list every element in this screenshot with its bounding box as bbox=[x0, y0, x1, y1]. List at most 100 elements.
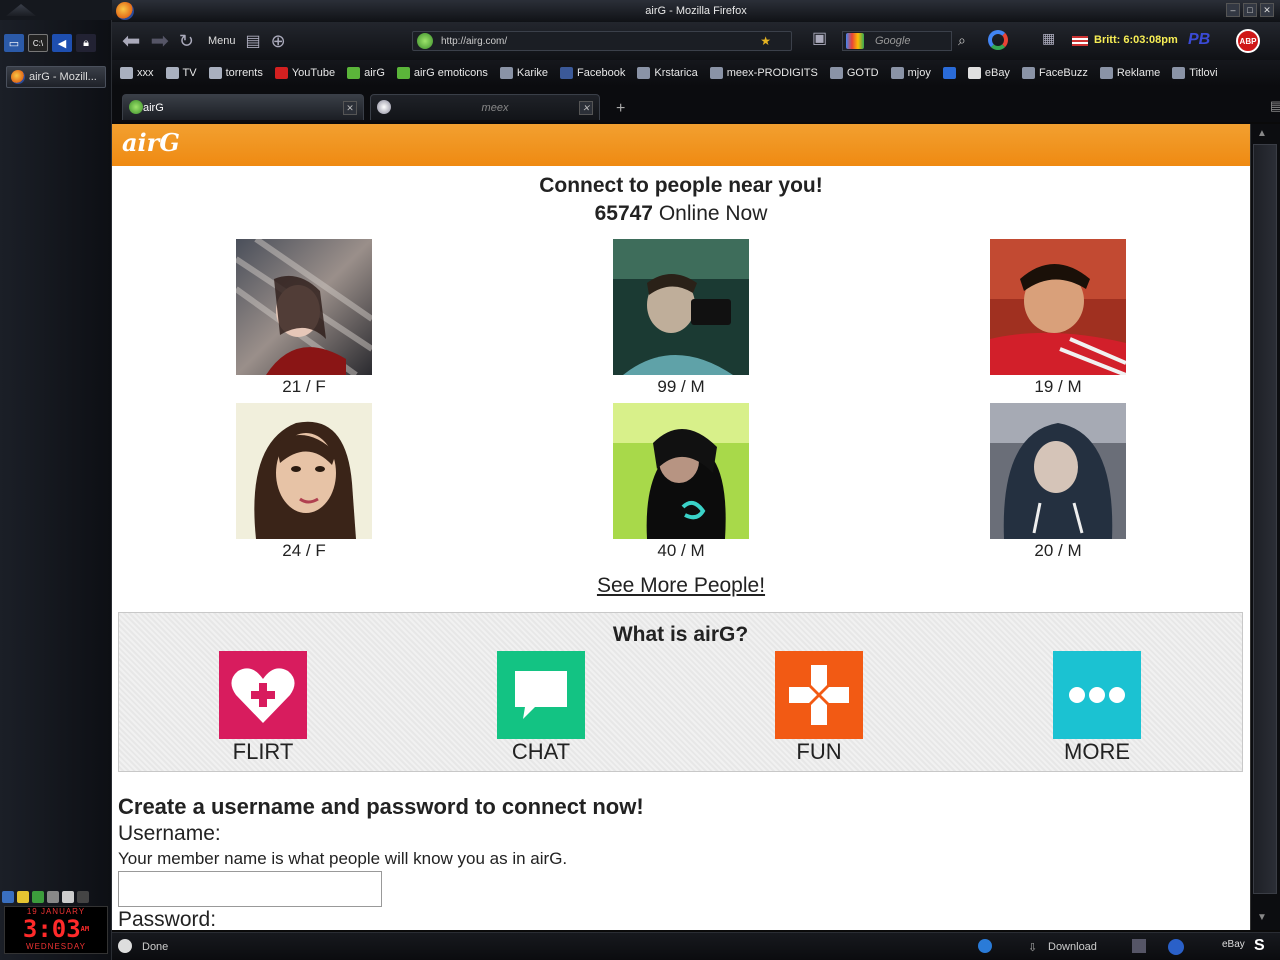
addon-icon[interactable] bbox=[1168, 939, 1184, 955]
tray-icon[interactable] bbox=[2, 891, 14, 903]
page-scrollbar[interactable]: ▲ ▼ bbox=[1250, 124, 1280, 930]
see-more-people-link[interactable]: See More People! bbox=[112, 574, 1250, 598]
page-icon bbox=[637, 67, 651, 79]
new-tab-icon[interactable]: + bbox=[616, 100, 625, 118]
tray-icon[interactable] bbox=[77, 891, 89, 903]
more-dots-icon[interactable] bbox=[1053, 651, 1141, 739]
back-icon[interactable]: ⬅ bbox=[122, 28, 140, 54]
desktop-icon[interactable]: ▭ bbox=[4, 34, 24, 52]
bookmark-item[interactable]: YouTube bbox=[274, 67, 335, 79]
bookmark-item[interactable]: eBay bbox=[967, 67, 1010, 79]
page-icon[interactable]: ▤ bbox=[246, 31, 261, 51]
grid-icon[interactable]: ▦ bbox=[1042, 30, 1055, 47]
menu-button[interactable]: Menu bbox=[208, 35, 236, 47]
firefox-icon[interactable] bbox=[116, 2, 134, 20]
person-age-gender: 24 / F bbox=[282, 541, 326, 560]
feature-more[interactable]: MORE bbox=[1037, 651, 1157, 765]
bookmark-star-icon[interactable]: ★ bbox=[760, 34, 771, 48]
google-icon[interactable] bbox=[988, 30, 1008, 50]
bookmark-item[interactable]: Krstarica bbox=[637, 67, 698, 79]
download-icon[interactable]: ⊕ bbox=[271, 31, 286, 52]
chat-bubble-icon[interactable] bbox=[497, 651, 585, 739]
username-field[interactable] bbox=[118, 871, 382, 907]
search-engine-icon[interactable] bbox=[846, 33, 864, 49]
scrollbar-thumb[interactable] bbox=[1253, 144, 1277, 894]
person-card[interactable]: 24 / F bbox=[236, 403, 372, 561]
tray-icon[interactable] bbox=[17, 891, 29, 903]
site-identity-icon[interactable] bbox=[417, 33, 433, 49]
person-card[interactable]: 40 / M bbox=[613, 403, 749, 561]
feature-chat[interactable]: CHAT bbox=[481, 651, 601, 765]
bookmark-item[interactable]: Reklame bbox=[1099, 67, 1160, 79]
scroll-down-icon[interactable]: ▼ bbox=[1257, 912, 1267, 923]
feature-fun[interactable]: FUN bbox=[759, 651, 879, 765]
close-button[interactable]: ✕ bbox=[1260, 3, 1274, 17]
terminal-icon[interactable]: C:\ bbox=[28, 34, 48, 52]
s-button[interactable]: S bbox=[1254, 937, 1265, 955]
heart-plus-icon[interactable] bbox=[219, 651, 307, 739]
download-arrow-icon[interactable]: ⇩ bbox=[1028, 941, 1037, 954]
bookmark-item[interactable]: mjoy bbox=[890, 67, 931, 79]
bookmark-item[interactable]: FaceBuzz bbox=[1021, 67, 1088, 79]
airg-icon bbox=[396, 67, 410, 79]
bookmark-item[interactable]: Karike bbox=[499, 67, 548, 79]
minimize-button[interactable]: – bbox=[1226, 3, 1240, 17]
taskbar-task-label: airG - Mozill... bbox=[29, 71, 97, 83]
taskbar-start-icon[interactable] bbox=[6, 4, 36, 16]
profile-photo[interactable] bbox=[990, 239, 1126, 375]
tab-close-icon[interactable]: ✕ bbox=[579, 101, 593, 115]
username-label: Username: bbox=[118, 822, 221, 845]
download-button[interactable]: Download bbox=[1048, 941, 1097, 953]
bookmark-item[interactable] bbox=[942, 67, 956, 79]
feature-label: MORE bbox=[1064, 739, 1130, 764]
bookmark-item[interactable]: airG emoticons bbox=[396, 67, 488, 79]
back-arrow-icon[interactable]: ◀ bbox=[52, 34, 72, 52]
feature-flirt[interactable]: FLIRT bbox=[203, 651, 323, 765]
reload-icon[interactable]: ↻ bbox=[179, 31, 194, 52]
lock-icon[interactable]: 🔒︎ bbox=[76, 34, 96, 52]
profile-photo[interactable] bbox=[613, 239, 749, 375]
profile-photo[interactable] bbox=[236, 403, 372, 539]
tab-label: airG bbox=[143, 101, 164, 114]
system-tray bbox=[2, 888, 110, 906]
bookmark-item[interactable]: Facebook bbox=[560, 67, 625, 79]
person-card[interactable]: 21 / F bbox=[236, 239, 372, 397]
ebay-icon[interactable]: eBay bbox=[1222, 939, 1245, 950]
screenshot-icon[interactable]: ▣ bbox=[812, 28, 827, 48]
pb-button[interactable]: PB bbox=[1188, 31, 1210, 49]
bookmark-item[interactable]: airG bbox=[347, 67, 385, 79]
airg-logo[interactable]: airG bbox=[122, 128, 180, 157]
tray-icon[interactable] bbox=[47, 891, 59, 903]
scroll-up-icon[interactable]: ▲ bbox=[1257, 128, 1267, 139]
person-card[interactable]: 99 / M bbox=[613, 239, 749, 397]
person-card[interactable]: 19 / M bbox=[990, 239, 1126, 397]
adblock-button[interactable]: ABP bbox=[1236, 29, 1260, 53]
taskbar-task-firefox[interactable]: airG - Mozill... bbox=[6, 66, 106, 88]
tab-list-icon[interactable]: ▤ bbox=[1270, 98, 1280, 114]
search-icon[interactable]: ⌕ bbox=[958, 32, 966, 49]
tab-airg[interactable]: airG ✕ bbox=[122, 94, 364, 120]
search-placeholder: Google bbox=[875, 35, 911, 47]
bookmark-item[interactable]: torrents bbox=[208, 67, 263, 79]
signal-icon[interactable] bbox=[32, 891, 44, 903]
profile-photo[interactable] bbox=[990, 403, 1126, 539]
person-card[interactable]: 20 / M bbox=[990, 403, 1126, 561]
globe-icon[interactable] bbox=[978, 939, 992, 953]
tab-meex[interactable]: meex ✕ bbox=[370, 94, 600, 120]
tab-close-icon[interactable]: ✕ bbox=[343, 101, 357, 115]
forward-icon[interactable]: ➡ bbox=[150, 28, 168, 54]
profile-photo[interactable] bbox=[613, 403, 749, 539]
bookmark-item[interactable]: Titlovi bbox=[1172, 67, 1218, 79]
bookmark-item[interactable]: GOTD bbox=[829, 67, 879, 79]
url-bar[interactable]: http://airg.com/ ★ bbox=[412, 31, 792, 51]
search-input[interactable]: Google bbox=[842, 31, 952, 51]
maximize-button[interactable]: □ bbox=[1243, 3, 1257, 17]
addon-icon[interactable] bbox=[1132, 939, 1146, 953]
bookmark-item[interactable]: meex-PRODIGITS bbox=[709, 67, 818, 79]
bookmark-item[interactable]: xxx bbox=[120, 67, 154, 79]
gamepad-icon[interactable] bbox=[775, 651, 863, 739]
profile-photo[interactable] bbox=[236, 239, 372, 375]
volume-icon[interactable] bbox=[62, 891, 74, 903]
bookmark-label: TV bbox=[182, 67, 197, 79]
bookmark-item[interactable]: TV bbox=[165, 67, 197, 79]
